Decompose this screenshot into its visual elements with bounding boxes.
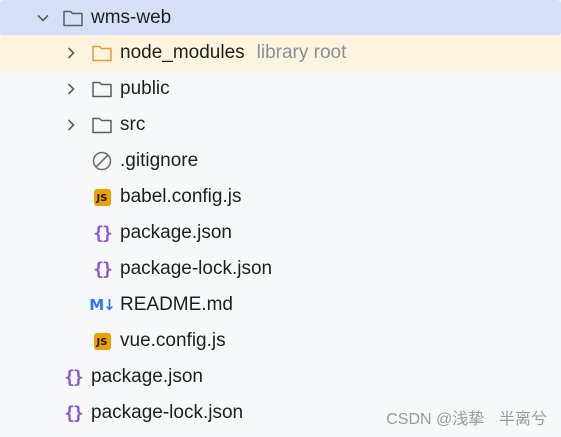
tree-row-readme[interactable]: M↓ README.md (0, 287, 561, 323)
chevron-down-icon[interactable] (36, 11, 50, 25)
js-file-icon: JS (91, 330, 113, 352)
tree-row-wms-web[interactable]: wms-web (0, 0, 561, 36)
tree-item-label: package-lock.json (91, 402, 244, 423)
js-badge: JS (93, 332, 111, 350)
chevron-right-icon[interactable] (64, 82, 78, 96)
tree-item-label: public (120, 78, 170, 99)
tree-row-node-modules[interactable]: node_modules library root (0, 35, 561, 71)
tree-item-label: package.json (120, 222, 232, 243)
json-braces: {} (64, 366, 84, 388)
json-file-icon: {} (62, 402, 84, 424)
json-file-icon: {} (62, 366, 84, 388)
tree-row-package-json[interactable]: {} package.json (0, 215, 561, 251)
js-badge: JS (93, 188, 111, 206)
json-braces: {} (64, 402, 84, 424)
tree-row-gitignore[interactable]: .gitignore (0, 143, 561, 179)
watermark: CSDN @浅挚ㅤ半离兮 (386, 411, 547, 428)
chevron-right-icon[interactable] (64, 46, 78, 60)
project-tree: wms-web node_modules library root public … (0, 0, 561, 437)
markdown-badge: M↓ (89, 296, 115, 314)
tree-item-label: node_modules (120, 42, 245, 63)
json-file-icon: {} (91, 222, 113, 244)
json-braces: {} (93, 222, 113, 244)
chevron-right-icon[interactable] (64, 118, 78, 132)
markdown-file-icon: M↓ (89, 294, 115, 316)
json-braces: {} (93, 258, 113, 280)
tree-row-vue-config[interactable]: JS vue.config.js (0, 323, 561, 359)
tree-item-label: src (120, 114, 146, 135)
tree-row-babel-config[interactable]: JS babel.config.js (0, 179, 561, 215)
tree-item-label: README.md (120, 294, 233, 315)
tree-item-label: package-lock.json (120, 258, 273, 279)
tree-item-label: .gitignore (120, 150, 199, 171)
folder-icon (91, 42, 113, 64)
folder-icon (62, 7, 84, 29)
json-file-icon: {} (91, 258, 113, 280)
library-root-hint: library root (256, 42, 347, 63)
js-file-icon: JS (91, 186, 113, 208)
tree-item-label: vue.config.js (120, 330, 226, 351)
folder-icon (91, 78, 113, 100)
folder-icon (91, 114, 113, 136)
tree-item-label: babel.config.js (120, 186, 242, 207)
tree-item-label: package.json (91, 366, 203, 387)
tree-item-label: wms-web (91, 7, 172, 28)
tree-row-public[interactable]: public (0, 71, 561, 107)
ignore-icon (91, 150, 113, 172)
tree-row-package-lock-json[interactable]: {} package-lock.json (0, 251, 561, 287)
tree-row-outer-package-json[interactable]: {} package.json (0, 359, 561, 395)
tree-row-src[interactable]: src (0, 107, 561, 143)
